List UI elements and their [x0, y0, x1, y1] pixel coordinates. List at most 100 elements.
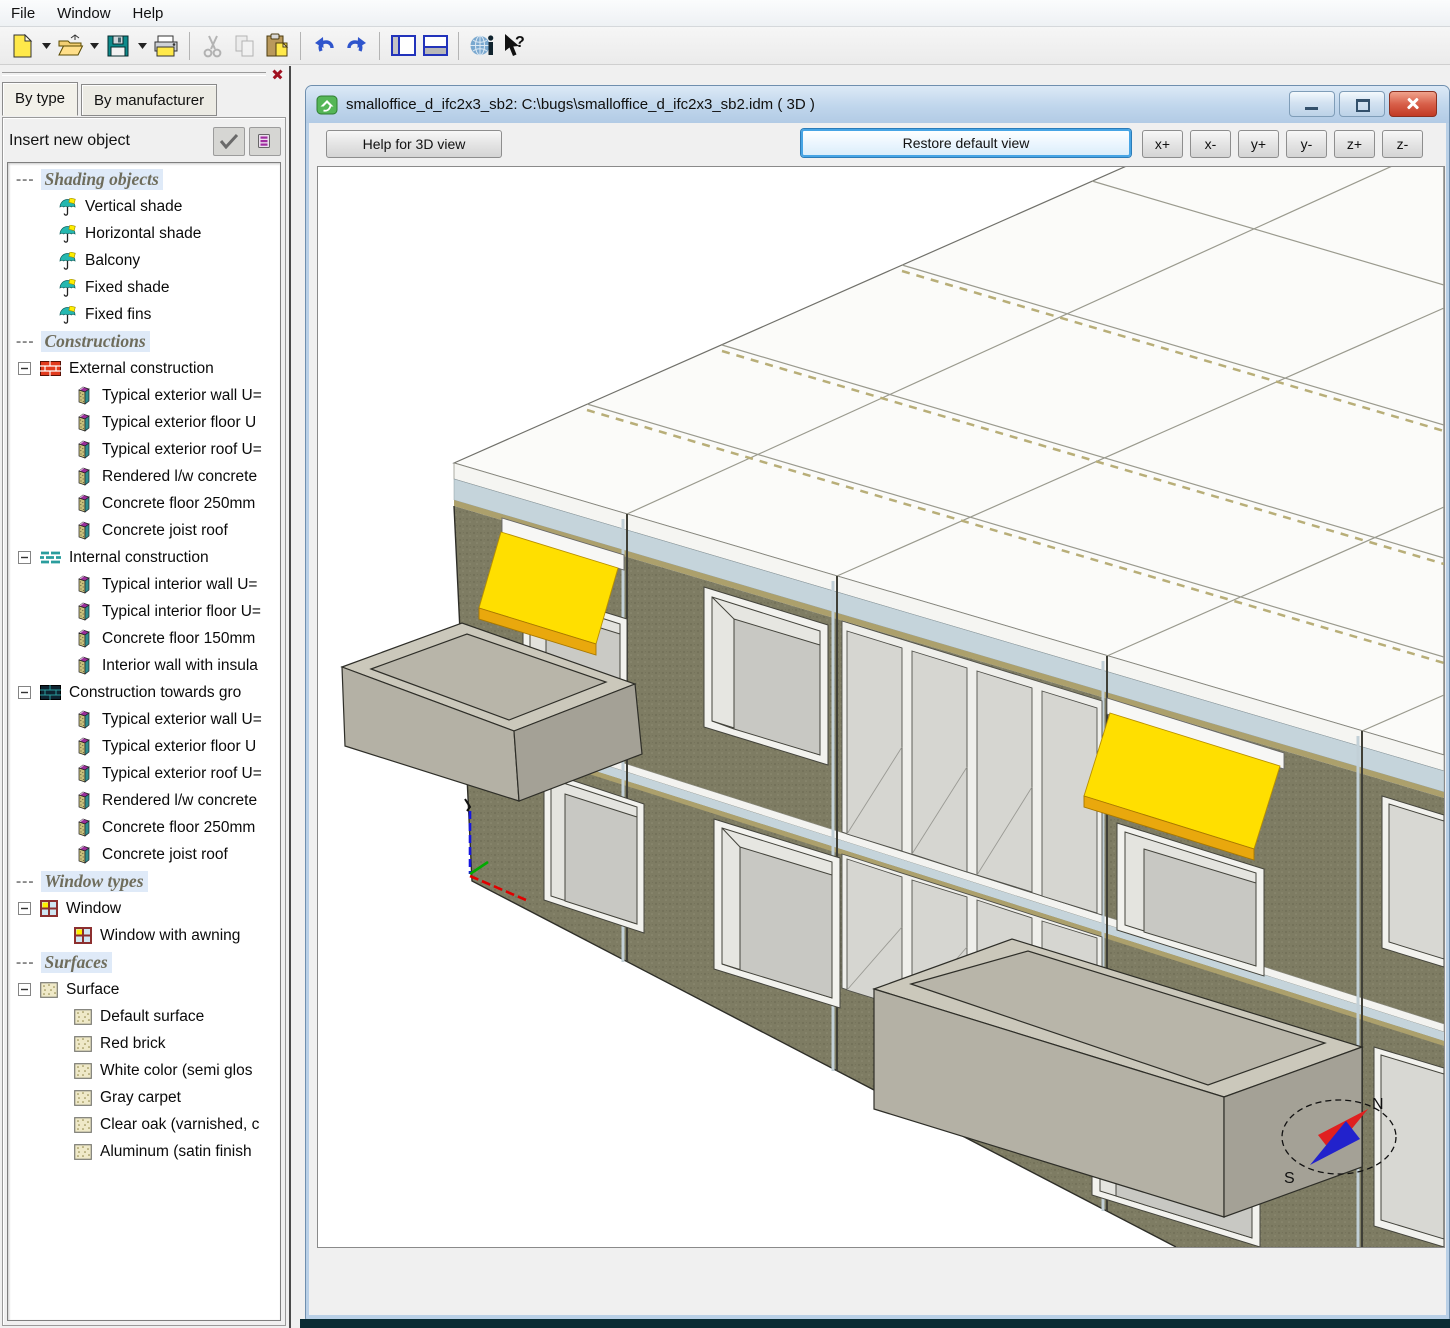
collapse-toggle-icon[interactable] [18, 362, 31, 375]
menu-file[interactable]: File [0, 3, 46, 24]
tree-item-label: Concrete joist roof [102, 846, 228, 864]
dropdown-arrow-icon [138, 43, 147, 49]
panel-close-icon[interactable] [270, 67, 284, 81]
axis-button-z-minus[interactable]: z- [1382, 130, 1423, 158]
restore-default-view-button[interactable]: Restore default view [801, 129, 1131, 157]
paste-button[interactable] [262, 30, 292, 62]
copy-icon [233, 34, 257, 58]
3d-viewport[interactable]: N S [317, 166, 1445, 1248]
tree-item-typical-exterior-floor-u[interactable]: Typical exterior floor U [8, 733, 280, 760]
open-folder-button[interactable] [55, 30, 85, 62]
collapse-toggle-icon[interactable] [18, 902, 31, 915]
tree-item-concrete-floor-250mm[interactable]: Concrete floor 250mm [8, 814, 280, 841]
globe-info-button[interactable] [467, 30, 497, 62]
tree-item-white-color-semi-glos[interactable]: White color (semi glos [8, 1057, 280, 1084]
tree-header-constructions[interactable]: ---Constructions [8, 328, 280, 355]
tree-item-aluminum-satin-finish[interactable]: Aluminum (satin finish [8, 1138, 280, 1165]
object-tree: ---Shading objectsVertical shadeHorizont… [7, 162, 281, 1321]
globe-info-icon [469, 33, 496, 58]
axis-button-y-minus[interactable]: y- [1286, 130, 1327, 158]
tree-item-balcony[interactable]: Balcony [8, 247, 280, 274]
window-icon [74, 927, 92, 944]
collapse-toggle-icon[interactable] [18, 983, 31, 996]
axis-button-x-plus[interactable]: x+ [1142, 130, 1183, 158]
tree-item-surface[interactable]: Surface [8, 976, 280, 1003]
tree-item-label: Window [66, 900, 121, 918]
undo-icon [312, 34, 337, 57]
tree-header-shading-objects[interactable]: ---Shading objects [8, 166, 280, 193]
cut-icon [202, 34, 224, 58]
menu-bar: File Window Help [0, 0, 1450, 27]
tree-item-rendered-l-w-concrete[interactable]: Rendered l/w concrete [8, 787, 280, 814]
object-palette: By type By manufacturer Insert new objec… [0, 66, 288, 1328]
tree-item-typical-exterior-roof-u[interactable]: Typical exterior roof U= [8, 760, 280, 787]
tree-item-label: Default surface [100, 1008, 204, 1026]
tree-item-typical-interior-floor-u[interactable]: Typical interior floor U= [8, 598, 280, 625]
tree-item-horizontal-shade[interactable]: Horizontal shade [8, 220, 280, 247]
copy-button [230, 30, 260, 62]
tree-item-rendered-l-w-concrete[interactable]: Rendered l/w concrete [8, 463, 280, 490]
redo-button[interactable] [341, 30, 371, 62]
tree-item-window-with-awning[interactable]: Window with awning [8, 922, 280, 949]
axis-button-y-plus[interactable]: y+ [1238, 130, 1279, 158]
surface-icon [74, 1090, 92, 1106]
tree-item-gray-carpet[interactable]: Gray carpet [8, 1084, 280, 1111]
tree-item-typical-interior-wall-u[interactable]: Typical interior wall U= [8, 571, 280, 598]
tree-item-typical-exterior-roof-u[interactable]: Typical exterior roof U= [8, 436, 280, 463]
tree-item-typical-exterior-wall-u[interactable]: Typical exterior wall U= [8, 706, 280, 733]
split-horizontal-button[interactable] [420, 30, 450, 62]
save-button[interactable] [103, 30, 133, 62]
tab-by-type[interactable]: By type [2, 82, 78, 116]
tree-item-internal-construction[interactable]: Internal construction [8, 544, 280, 571]
dropdown-arrow-button[interactable] [135, 30, 149, 62]
collapse-toggle-icon[interactable] [18, 686, 31, 699]
print-button[interactable] [151, 30, 181, 62]
help-3d-view-button[interactable]: Help for 3D view [326, 130, 502, 158]
minimize-button[interactable] [1289, 91, 1335, 117]
tree-item-clear-oak-varnished-c[interactable]: Clear oak (varnished, c [8, 1111, 280, 1138]
menu-help[interactable]: Help [122, 3, 175, 24]
tree-item-interior-wall-with-insula[interactable]: Interior wall with insula [8, 652, 280, 679]
tree-header-surfaces[interactable]: ---Surfaces [8, 949, 280, 976]
tree-item-label: Typical exterior wall U= [102, 711, 262, 729]
database-button[interactable] [249, 127, 281, 156]
tree-header-label: Window types [41, 871, 148, 892]
document-title-bar[interactable]: smalloffice_d_ifc2x3_sb2: C:\bugs\smallo… [306, 86, 1449, 123]
dropdown-arrow-button[interactable] [87, 30, 101, 62]
confirm-insert-button[interactable] [213, 127, 245, 156]
brick-teal-icon [40, 550, 61, 565]
tree-item-external-construction[interactable]: External construction [8, 355, 280, 382]
tree-item-concrete-floor-150mm[interactable]: Concrete floor 150mm [8, 625, 280, 652]
tab-by-manufacturer[interactable]: By manufacturer [81, 84, 217, 116]
tree-header-window-types[interactable]: ---Window types [8, 868, 280, 895]
menu-window[interactable]: Window [46, 3, 121, 24]
tree-item-default-surface[interactable]: Default surface [8, 1003, 280, 1030]
dropdown-arrow-button[interactable] [39, 30, 53, 62]
layer-icon [74, 737, 94, 756]
split-vertical-button[interactable] [388, 30, 418, 62]
tree-item-fixed-fins[interactable]: Fixed fins [8, 301, 280, 328]
tree-item-concrete-joist-roof[interactable]: Concrete joist roof [8, 841, 280, 868]
context-help-button[interactable]: ? [499, 30, 529, 62]
tree-item-vertical-shade[interactable]: Vertical shade [8, 193, 280, 220]
tree-item-typical-exterior-wall-u[interactable]: Typical exterior wall U= [8, 382, 280, 409]
tree-item-label: Rendered l/w concrete [102, 468, 257, 486]
window-controls [1285, 91, 1437, 117]
new-document-button[interactable] [7, 30, 37, 62]
tree-item-construction-towards-gro[interactable]: Construction towards gro [8, 679, 280, 706]
tree-item-fixed-shade[interactable]: Fixed shade [8, 274, 280, 301]
tree-item-window[interactable]: Window [8, 895, 280, 922]
tree-item-label: Surface [66, 981, 119, 999]
maximize-button[interactable] [1339, 91, 1385, 117]
close-button[interactable] [1389, 91, 1437, 117]
collapse-toggle-icon[interactable] [18, 551, 31, 564]
tree-item-concrete-joist-roof[interactable]: Concrete joist roof [8, 517, 280, 544]
undo-button[interactable] [309, 30, 339, 62]
axis-button-z-plus[interactable]: z+ [1334, 130, 1375, 158]
tree-item-concrete-floor-250mm[interactable]: Concrete floor 250mm [8, 490, 280, 517]
axis-button-x-minus[interactable]: x- [1190, 130, 1231, 158]
tree-item-typical-exterior-floor-u[interactable]: Typical exterior floor U [8, 409, 280, 436]
tree-item-red-brick[interactable]: Red brick [8, 1030, 280, 1057]
tree-item-label: Typical interior floor U= [102, 603, 261, 621]
panel-splitter[interactable] [289, 66, 291, 1328]
